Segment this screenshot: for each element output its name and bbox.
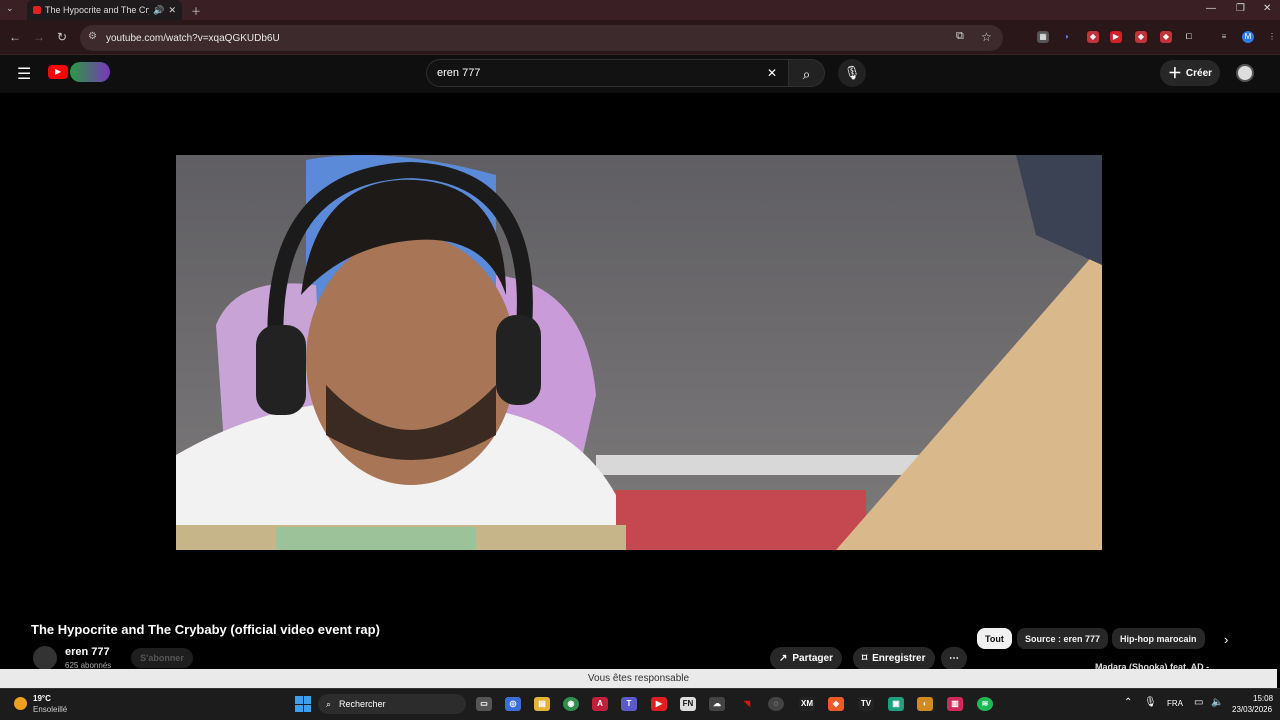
speaker-icon[interactable]: 🔊 — [153, 5, 164, 16]
extension-icon[interactable]: ▦ — [1037, 31, 1049, 43]
hamburger-menu-icon[interactable]: ☰ — [17, 64, 31, 84]
install-app-icon[interactable]: ⧉ — [956, 30, 964, 43]
window-close-icon[interactable]: ✕ — [1263, 3, 1271, 14]
brave-icon[interactable]: ◈ — [828, 697, 844, 711]
channel-name[interactable]: eren 777 — [65, 646, 110, 658]
share-icon: ↗ — [779, 653, 788, 664]
video-title: The Hypocrite and The Crybaby (official … — [31, 622, 380, 637]
tab-title: The Hypocrite and The Cry — [45, 5, 150, 15]
app-icon[interactable]: FN — [680, 697, 696, 711]
forward-icon[interactable]: → — [33, 30, 45, 44]
create-label: Créer — [1185, 67, 1213, 79]
volume-icon[interactable]: 🔈 — [1211, 697, 1223, 708]
maximize-icon[interactable]: ❐ — [1236, 3, 1245, 14]
app-icon[interactable]: ▥ — [947, 697, 963, 711]
search-input[interactable]: eren 777 ✕ — [426, 59, 789, 87]
url-text: youtube.com/watch?v=xqaQGKUDb6U — [106, 32, 280, 44]
site-info-icon[interactable]: ⚙ — [88, 31, 97, 42]
subscribe-button[interactable]: S'abonner — [131, 648, 193, 668]
extension-icon[interactable]: ◆ — [1160, 31, 1172, 43]
language-indicator[interactable]: FRA — [1167, 699, 1183, 708]
extension-icon[interactable]: ▶ — [1110, 31, 1122, 43]
app-icon[interactable]: XM — [799, 697, 815, 711]
search-button[interactable]: ⌕ — [789, 59, 825, 87]
app-icon[interactable]: ☁ — [709, 697, 725, 711]
clock-date[interactable]: 23/03/2026 — [1232, 705, 1272, 714]
extensions-puzzle-icon[interactable]: ⧠ — [1183, 31, 1195, 43]
app-icon[interactable]: ◌ — [768, 697, 784, 711]
weather-temp[interactable]: 19°C — [33, 694, 51, 703]
notification-bar: Vous êtes responsable — [0, 669, 1277, 688]
chip-genre[interactable]: Hip-hop marocain — [1112, 628, 1205, 649]
tradingview-icon[interactable]: TV — [858, 697, 874, 711]
save-button[interactable]: ⌑ Enregistrer — [853, 647, 935, 670]
chip-source[interactable]: Source : eren 777 — [1017, 628, 1109, 649]
share-label: Partager — [792, 653, 833, 664]
search-icon: ⌕ — [326, 698, 332, 709]
youtube-favicon-icon — [33, 6, 41, 14]
youtube-logo-icon[interactable]: ▶ — [48, 65, 68, 79]
task-view-icon[interactable]: ▭ — [476, 697, 492, 711]
browser-tab[interactable]: The Hypocrite and The Cry 🔊 ✕ — [27, 0, 182, 20]
taskbar-search-label: Rechercher — [339, 699, 386, 709]
app-icon[interactable]: ◐ — [917, 697, 933, 711]
channel-avatar[interactable] — [33, 646, 57, 670]
weather-desc[interactable]: Ensoleillé — [33, 705, 67, 714]
bookmark-icon: ⌑ — [862, 653, 868, 664]
weather-sun-icon[interactable] — [14, 697, 27, 710]
extension-icon[interactable]: ◗ — [1061, 31, 1073, 43]
minimize-icon[interactable]: — — [1206, 3, 1216, 14]
share-button[interactable]: ↗ Partager — [770, 647, 842, 670]
chrome-icon[interactable]: ◉ — [563, 697, 579, 711]
tray-overflow-icon[interactable]: ⌃ — [1124, 697, 1132, 708]
tab-close-icon[interactable]: ✕ — [168, 5, 176, 16]
app-icon[interactable]: ◥ — [739, 697, 755, 711]
network-icon[interactable]: ▭ — [1194, 697, 1203, 708]
back-icon[interactable]: ← — [9, 30, 21, 44]
extension-icon[interactable]: ◆ — [1135, 31, 1147, 43]
chip-all[interactable]: Tout — [977, 628, 1012, 649]
youtube-app-icon[interactable]: ▶ — [651, 697, 667, 711]
tab-search-chevron-icon[interactable]: ⌄ — [6, 3, 14, 14]
new-tab-icon[interactable]: ＋ — [191, 3, 201, 18]
clear-search-icon[interactable]: ✕ — [767, 66, 777, 80]
microphone-tray-icon[interactable]: 🎙 — [1144, 697, 1157, 708]
app-icon[interactable]: A — [592, 697, 608, 711]
account-avatar[interactable] — [1236, 64, 1254, 82]
windows-taskbar — [0, 688, 1280, 720]
microphone-icon: 🎙 — [843, 65, 861, 80]
app-icon[interactable]: ▣ — [888, 697, 904, 711]
more-horizontal-icon: ⋯ — [949, 653, 959, 664]
chips-next-chevron-icon[interactable]: › — [1224, 632, 1228, 647]
save-label: Enregistrer — [872, 653, 926, 664]
teams-icon[interactable]: T — [621, 697, 637, 711]
plus-icon: ＋ — [1167, 65, 1182, 81]
voice-search-button[interactable]: 🎙 — [838, 59, 866, 87]
search-query: eren 777 — [437, 67, 481, 79]
spotify-icon[interactable]: ≋ — [977, 697, 993, 711]
file-explorer-icon[interactable]: ▤ — [534, 697, 550, 711]
clock-time[interactable]: 15:08 — [1253, 694, 1273, 703]
more-actions-button[interactable]: ⋯ — [941, 647, 967, 670]
copilot-icon[interactable]: ◎ — [505, 697, 521, 711]
profile-avatar-icon[interactable]: M — [1242, 31, 1254, 43]
menu-kebab-icon[interactable]: ⋮ — [1266, 31, 1278, 43]
extension-icon[interactable]: ◆ — [1087, 31, 1099, 43]
reload-icon[interactable]: ↻ — [57, 30, 67, 44]
windows-start-icon[interactable] — [295, 696, 311, 712]
taskbar-search[interactable]: ⌕ Rechercher — [318, 694, 466, 714]
video-frame-image — [176, 155, 1102, 550]
create-button[interactable]: ＋ Créer — [1160, 60, 1220, 86]
bookmark-star-icon[interactable]: ☆ — [981, 30, 992, 44]
address-bar[interactable]: ⚙ youtube.com/watch?v=xqaQGKUDb6U ☆ ⧉ — [80, 25, 1003, 51]
reading-list-icon[interactable]: ≡ — [1218, 31, 1230, 43]
youtube-doodle-logo-icon[interactable] — [70, 62, 110, 82]
video-player[interactable] — [176, 155, 1102, 550]
search-icon: ⌕ — [802, 66, 811, 82]
